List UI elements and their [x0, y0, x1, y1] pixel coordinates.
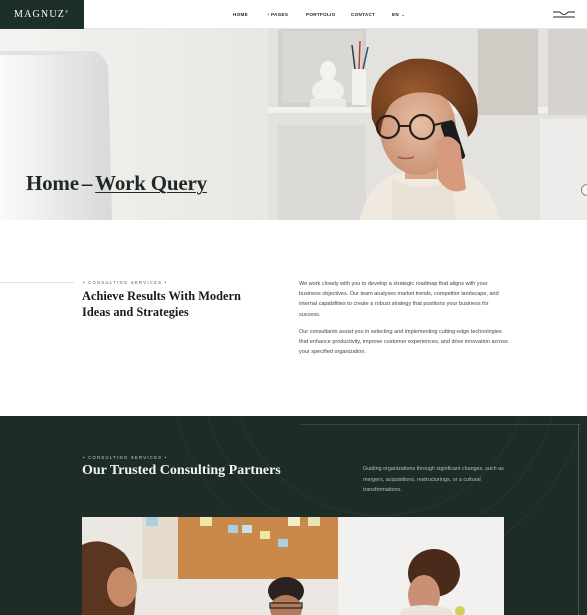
section-eyebrow: • CONSULTING SERVICES • [83, 455, 168, 460]
decorative-line [300, 424, 580, 425]
decorative-line [578, 424, 579, 615]
section-eyebrow: • CONSULTING SERVICES • [83, 280, 168, 285]
nav-portfolio[interactable]: PORTFOLIO [306, 12, 336, 17]
language-label: EN [392, 12, 399, 17]
partners-section: • CONSULTING SERVICES • Our Trusted Cons… [0, 416, 587, 615]
team-meeting-illustration [82, 517, 504, 615]
hamburger-menu-icon[interactable] [553, 10, 575, 19]
nav-pages[interactable]: +PAGES [267, 12, 288, 17]
page-title: Home – Work Query [26, 171, 207, 196]
language-selector[interactable]: EN ⌄ [392, 12, 405, 18]
divider [0, 282, 74, 283]
nav-contact[interactable]: CONTACT [351, 12, 375, 17]
section-heading: Achieve Results With Modern Ideas and St… [82, 289, 241, 319]
breadcrumb-separator: – [81, 171, 93, 195]
hero-banner: Home – Work Query [0, 29, 587, 220]
about-section: • CONSULTING SERVICES • Achieve Results … [0, 220, 587, 416]
logo-text: MAGNUZ [14, 9, 66, 20]
chevron-down-icon: ⌄ [400, 12, 406, 18]
logo-registered-mark: ® [65, 9, 70, 14]
breadcrumb-current: Work Query [95, 171, 207, 195]
section-paragraph: Our consultants assist you in selecting … [299, 329, 508, 356]
slider-arrow-icon[interactable] [581, 184, 587, 196]
team-meeting-photo [82, 517, 504, 615]
breadcrumb-home[interactable]: Home [26, 171, 79, 195]
section-heading: Our Trusted Consulting Partners [82, 463, 281, 478]
nav-home[interactable]: HOME [233, 12, 248, 17]
site-header: MAGNUZ® HOME +PAGES PORTFOLIO CONTACT EN… [0, 0, 587, 29]
plus-icon: + [267, 12, 270, 17]
nav-pages-label: PAGES [270, 12, 289, 17]
logo[interactable]: MAGNUZ® [0, 0, 84, 29]
section-paragraph: We work closely with you to develop a st… [299, 281, 499, 318]
section-paragraph: Guiding organizations through significan… [363, 466, 504, 493]
